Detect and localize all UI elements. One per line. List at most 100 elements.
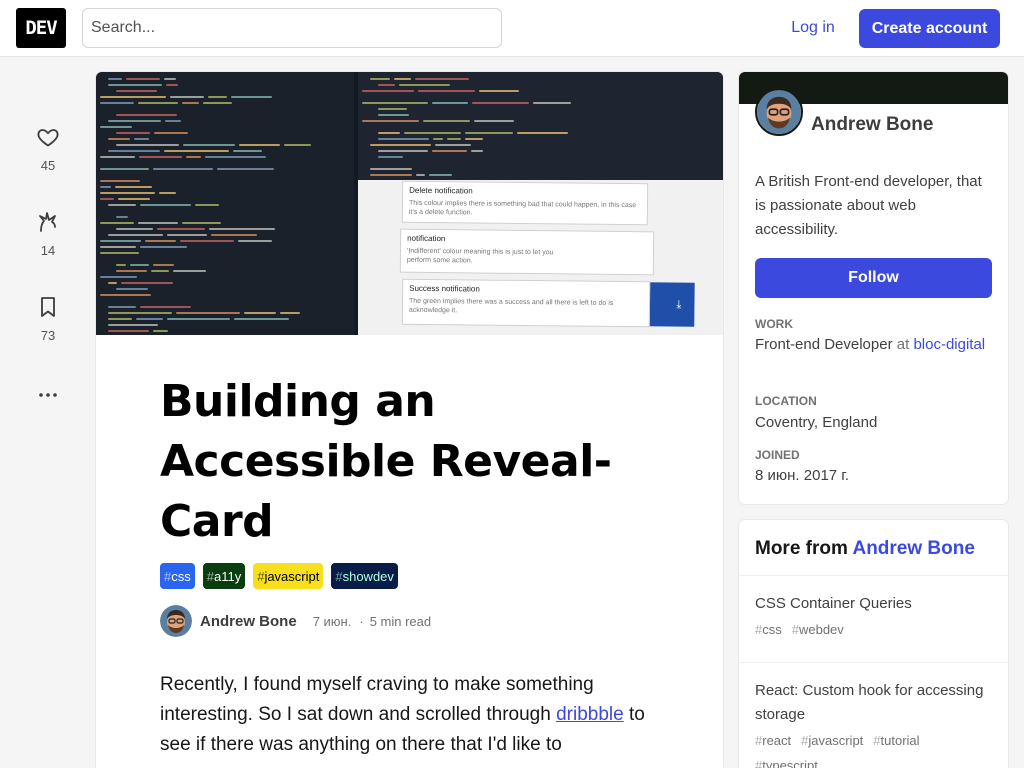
code-line bbox=[100, 156, 135, 158]
company-link[interactable]: bloc-digital bbox=[913, 336, 985, 353]
code-line bbox=[432, 150, 467, 152]
profile-name[interactable]: Andrew Bone bbox=[811, 114, 933, 136]
code-line bbox=[116, 288, 148, 290]
code-line bbox=[433, 138, 443, 140]
code-line bbox=[378, 150, 428, 152]
code-line bbox=[209, 228, 275, 230]
heart-count: 45 bbox=[40, 158, 56, 173]
code-line bbox=[145, 240, 176, 242]
code-line bbox=[416, 174, 425, 176]
code-line bbox=[203, 102, 232, 104]
code-line bbox=[164, 150, 229, 152]
follow-button[interactable]: Follow bbox=[755, 258, 992, 298]
code-line bbox=[429, 174, 452, 176]
more-from-item-tags: #react #javascript #tutorial #typescript bbox=[755, 733, 992, 768]
joined-label: JOINED bbox=[755, 448, 800, 462]
code-line bbox=[231, 96, 272, 98]
tag-javascript[interactable]: # javascript bbox=[253, 563, 324, 589]
more-from-tag[interactable]: #react bbox=[755, 733, 791, 748]
ellipsis-icon bbox=[35, 382, 61, 408]
more-from-heading: More from Andrew Bone bbox=[755, 538, 975, 559]
author-name[interactable]: Andrew Bone bbox=[200, 613, 297, 630]
code-line bbox=[167, 234, 207, 236]
code-line bbox=[517, 132, 568, 134]
search-input[interactable] bbox=[82, 8, 502, 48]
code-line bbox=[138, 102, 178, 104]
code-line bbox=[108, 282, 117, 284]
indifferent-notification-card: notification 'Indifferent' colour meanin… bbox=[399, 228, 695, 327]
code-line bbox=[233, 150, 262, 152]
code-line bbox=[116, 90, 157, 92]
code-line bbox=[116, 132, 150, 134]
code-line bbox=[166, 84, 178, 86]
tag-css[interactable]: # css bbox=[160, 563, 195, 589]
code-editor-right bbox=[358, 72, 723, 180]
code-line bbox=[100, 246, 136, 248]
author-avatar[interactable] bbox=[160, 605, 192, 637]
code-line bbox=[208, 96, 227, 98]
code-line bbox=[378, 138, 429, 140]
tag-showdev[interactable]: # showdev bbox=[331, 563, 398, 589]
code-line bbox=[108, 120, 161, 122]
tag-a11y[interactable]: # a11y bbox=[202, 563, 246, 589]
more-from-tag[interactable]: #javascript bbox=[801, 733, 863, 748]
code-line bbox=[108, 138, 130, 140]
code-line bbox=[471, 150, 483, 152]
code-line bbox=[108, 324, 158, 326]
heart-reaction-button[interactable]: 45 bbox=[24, 124, 72, 173]
bookmark-reaction-button[interactable]: 73 bbox=[24, 294, 72, 343]
code-line bbox=[465, 138, 483, 140]
code-line bbox=[474, 120, 514, 122]
dribbble-link[interactable]: dribbble bbox=[556, 704, 624, 725]
code-line bbox=[362, 120, 419, 122]
code-line bbox=[370, 174, 412, 176]
site-header: DEV Log in Create account bbox=[0, 0, 1024, 57]
more-from-tag[interactable]: #webdev bbox=[792, 622, 844, 637]
code-line bbox=[447, 138, 461, 140]
code-line bbox=[399, 84, 450, 86]
code-line bbox=[370, 78, 390, 80]
code-line bbox=[378, 156, 403, 158]
more-from-tag[interactable]: #typescript bbox=[755, 758, 818, 768]
more-from-tag[interactable]: #css bbox=[755, 622, 782, 637]
code-line bbox=[165, 120, 181, 122]
code-line bbox=[108, 330, 149, 332]
code-line bbox=[153, 168, 213, 170]
article-title: Building an Accessible Reveal-Card bbox=[160, 376, 612, 547]
code-line bbox=[116, 114, 177, 116]
code-line bbox=[100, 96, 166, 98]
code-line bbox=[108, 234, 163, 236]
work-label: WORK bbox=[755, 317, 793, 331]
more-from-author-link[interactable]: Andrew Bone bbox=[852, 538, 974, 559]
dev-logo[interactable]: DEV bbox=[16, 8, 66, 48]
code-line bbox=[108, 150, 160, 152]
code-line bbox=[280, 312, 300, 314]
more-options-button[interactable] bbox=[24, 382, 72, 408]
success-notification-card: Success notification The green implies t… bbox=[401, 278, 651, 328]
code-line bbox=[244, 312, 276, 314]
profile-avatar[interactable] bbox=[755, 88, 803, 136]
more-from-item-title[interactable]: React: Custom hook for accessing storage bbox=[755, 679, 992, 727]
login-link[interactable]: Log in bbox=[776, 8, 850, 48]
code-line bbox=[126, 78, 160, 80]
more-from-card: More from Andrew Bone CSS Container Quer… bbox=[739, 520, 1008, 768]
joined-value: 8 июн. 2017 г. bbox=[755, 467, 850, 484]
code-line bbox=[284, 144, 311, 146]
code-line bbox=[170, 96, 204, 98]
code-line bbox=[100, 222, 134, 224]
code-line bbox=[435, 144, 471, 146]
code-line bbox=[378, 84, 395, 86]
code-line bbox=[139, 156, 182, 158]
unicorn-reaction-button[interactable]: 14 bbox=[24, 209, 72, 258]
code-line bbox=[100, 240, 141, 242]
code-line bbox=[533, 102, 571, 104]
notification-demo: Delete notification This colour implies … bbox=[358, 180, 723, 335]
more-from-item-title[interactable]: CSS Container Queries bbox=[755, 592, 992, 616]
code-line bbox=[130, 264, 149, 266]
more-from-item[interactable]: React: Custom hook for accessing storage… bbox=[739, 662, 1008, 768]
create-account-button[interactable]: Create account bbox=[859, 9, 1000, 48]
more-from-tag[interactable]: #tutorial bbox=[873, 733, 919, 748]
more-from-item[interactable]: CSS Container Queries #css #webdev bbox=[739, 575, 1008, 653]
author-row: Andrew Bone 7 июн. · 5 min read bbox=[160, 605, 431, 637]
code-line bbox=[140, 306, 191, 308]
